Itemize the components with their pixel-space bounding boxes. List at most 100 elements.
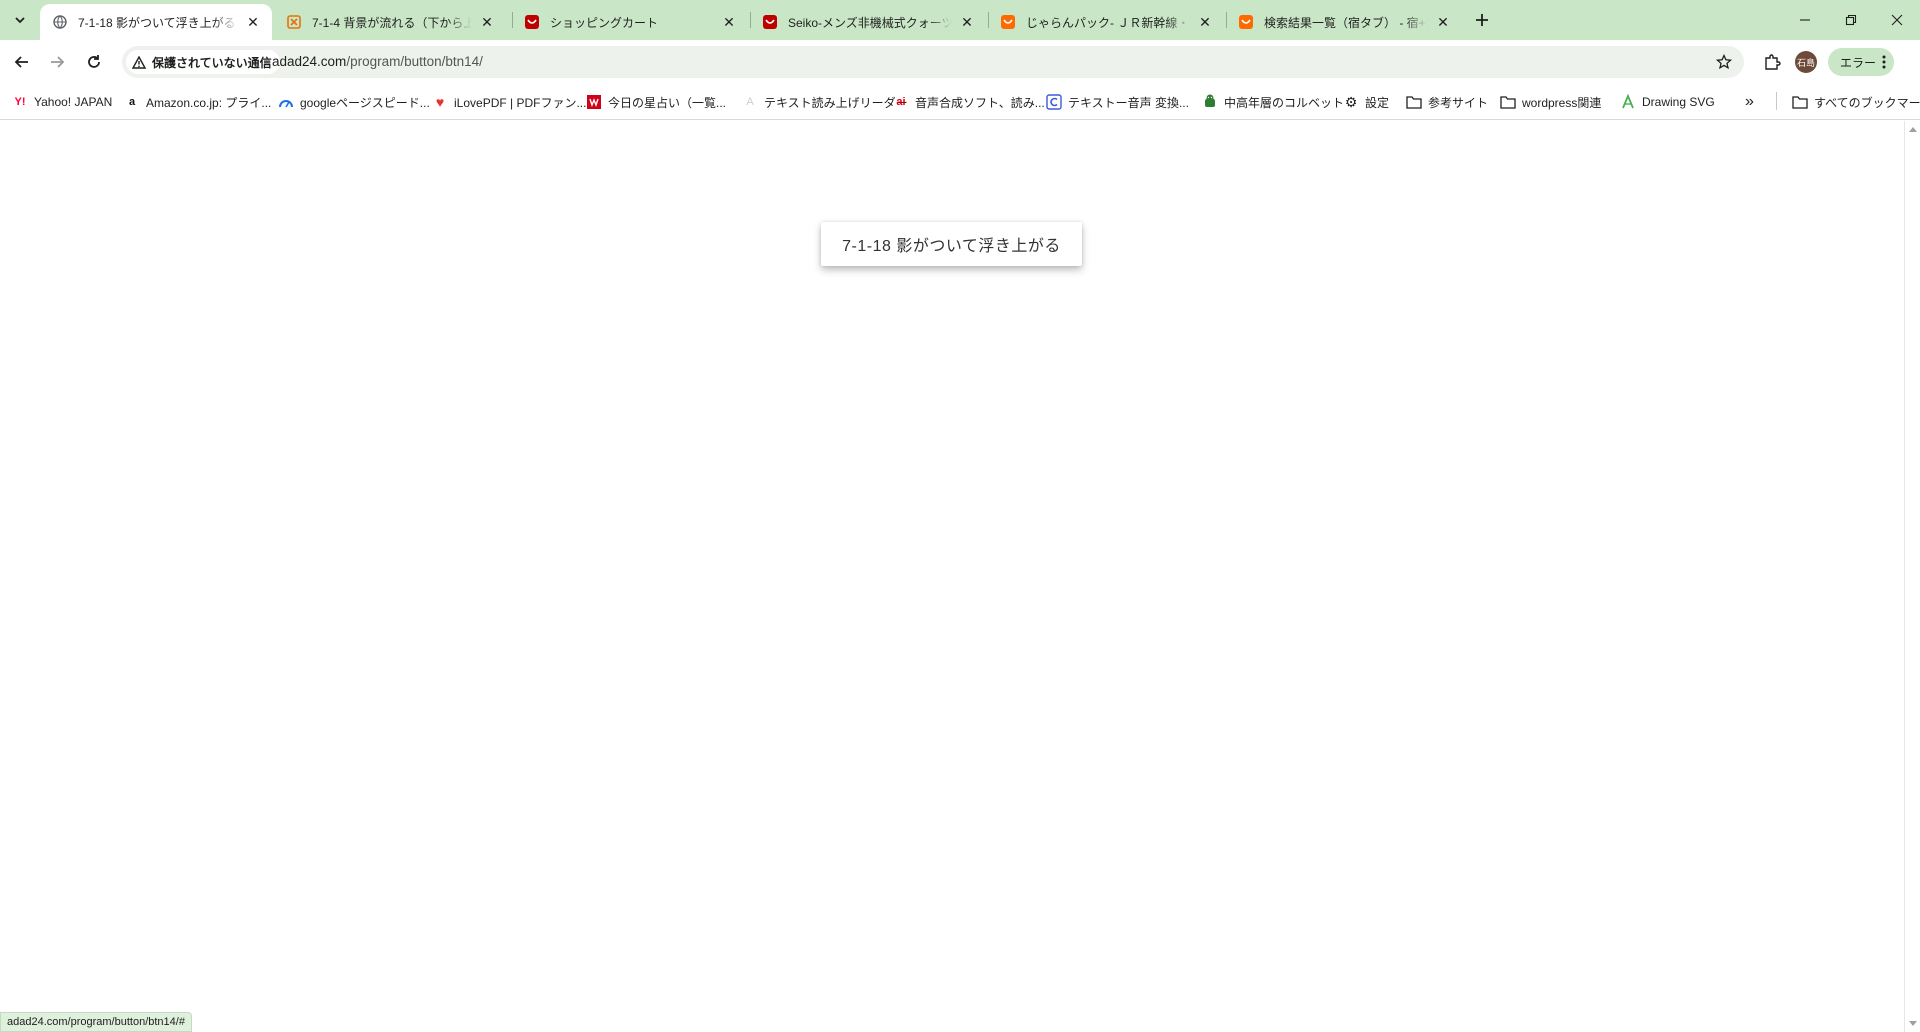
globe-icon: [52, 14, 68, 30]
bookmark-text-to-speech[interactable]: テキストー音声 変換...: [1046, 90, 1189, 114]
bookmark-label: wordpress関連: [1522, 95, 1602, 110]
tab-4[interactable]: じゃらんパック- ＪＲ新幹線・特急～ ✕: [988, 4, 1224, 40]
avatar: 石島: [1795, 51, 1817, 73]
security-chip-label: 保護されていない通信: [152, 55, 272, 70]
browser-chrome: 7-1-18 影がついて浮き上がる ✕ 7-1-4 背景が流れる（下から上） ✕…: [0, 0, 1920, 120]
bookmark-folder-wordpress[interactable]: wordpress関連: [1500, 90, 1601, 114]
speed-icon: [278, 94, 294, 110]
jalan-icon: [1238, 14, 1254, 30]
text-reader-icon: A: [746, 96, 754, 108]
close-icon[interactable]: ✕: [1196, 13, 1214, 31]
yahoo-icon: Y!: [14, 96, 26, 108]
folder-icon: [1406, 94, 1422, 110]
bookmark-label: テキスト読み上げリーダー: [764, 95, 908, 110]
bookmark-label: googleページスピード...: [300, 95, 430, 110]
amazon-icon: a: [128, 96, 136, 108]
profile-button[interactable]: 石島: [1792, 48, 1820, 76]
warning-icon: [132, 55, 146, 69]
bookmarks-divider: [1776, 92, 1777, 110]
puzzle-icon: [1765, 54, 1781, 70]
bookmark-label: Drawing SVG: [1642, 95, 1715, 109]
bookmark-label: iLovePDF | PDFファン...: [454, 95, 587, 110]
error-label: エラー: [1840, 55, 1877, 70]
close-icon[interactable]: ✕: [1434, 13, 1452, 31]
bookmark-amazon[interactable]: a Amazon.co.jp: プライ...: [124, 90, 271, 114]
close-icon[interactable]: ✕: [478, 13, 496, 31]
bookmarks-overflow-button[interactable]: »: [1745, 90, 1754, 114]
gear-icon: ⚙: [1344, 93, 1358, 110]
vertical-scrollbar[interactable]: [1904, 121, 1920, 1032]
folder-icon: [1500, 94, 1516, 110]
star-icon: [1716, 54, 1732, 70]
all-bookmarks-button[interactable]: すべてのブックマーク: [1792, 90, 1920, 114]
tab-title: じゃらんパック- ＪＲ新幹線・特急～: [1026, 15, 1190, 30]
forward-button[interactable]: [43, 48, 71, 76]
bookmark-drawing-svg[interactable]: Drawing SVG: [1620, 90, 1715, 114]
xml-icon: [286, 14, 302, 30]
close-window-button[interactable]: [1874, 0, 1920, 40]
tab-title: ショッピングカート: [550, 15, 659, 30]
forward-arrow-icon: [51, 56, 65, 68]
tab-strip: 7-1-18 影がついて浮き上がる ✕ 7-1-4 背景が流れる（下から上） ✕…: [0, 0, 1920, 40]
bookmark-pagespeed[interactable]: googleページスピード...: [278, 90, 430, 114]
tab-3[interactable]: Seiko-メンズ非機械式クォーツ腕時 ✕: [750, 4, 986, 40]
c-icon: [1046, 94, 1062, 110]
tab-title: 7-1-4 背景が流れる（下から上）: [312, 15, 472, 30]
minimize-icon: [1800, 19, 1810, 21]
bookmark-label: 参考サイト: [1428, 95, 1489, 110]
plus-icon: [1476, 14, 1488, 26]
extensions-button[interactable]: [1758, 48, 1786, 76]
bookmark-label: 設定: [1365, 95, 1390, 110]
tab-5[interactable]: 検索結果一覧（宿タブ） - 宿+飛 ✕: [1226, 4, 1462, 40]
bookmark-yahoo[interactable]: Y! Yahoo! JAPAN: [12, 90, 113, 114]
bookmark-star-button[interactable]: [1714, 52, 1734, 72]
error-button[interactable]: エラー: [1828, 48, 1895, 76]
bookmark-label: 音声合成ソフト、読み...: [915, 95, 1045, 110]
bookmark-label: テキストー音声 変換...: [1068, 95, 1189, 110]
bookmark-voice-synth[interactable]: ai 音声合成ソフト、読み...: [893, 90, 1045, 114]
restore-icon: [1845, 14, 1857, 26]
tab-2[interactable]: ショッピングカート ✕: [512, 4, 748, 40]
android-icon: [1202, 94, 1218, 110]
bookmark-text-reader[interactable]: A テキスト読み上げリーダー: [742, 90, 908, 114]
folder-icon: [1792, 94, 1808, 110]
double-chevron-right-icon: »: [1745, 93, 1754, 110]
all-bookmarks-label: すべてのブックマーク: [1814, 95, 1920, 110]
close-icon[interactable]: ✕: [244, 13, 262, 31]
close-icon[interactable]: ✕: [958, 13, 976, 31]
scroll-up-arrow-icon[interactable]: [1909, 127, 1917, 132]
bookmark-corvette[interactable]: 中高年層のコルベット: [1202, 90, 1344, 114]
bookmarks-bar: Y! Yahoo! JAPAN a Amazon.co.jp: プライ... g…: [0, 84, 1920, 120]
address-bar[interactable]: 保護されていない通信 adad24.com/program/button/btn…: [122, 46, 1744, 78]
url-text[interactable]: adad24.com/program/button/btn14/: [272, 54, 483, 69]
back-arrow-icon: [14, 56, 28, 68]
toolbar: 保護されていない通信 adad24.com/program/button/btn…: [0, 40, 1920, 84]
tab-0[interactable]: 7-1-18 影がついて浮き上がる ✕: [40, 4, 272, 40]
bookmark-folder-reference[interactable]: 参考サイト: [1406, 90, 1488, 114]
new-tab-button[interactable]: [1470, 8, 1494, 32]
chevron-down-icon: [15, 17, 25, 24]
bookmark-ilovepdf[interactable]: ♥ iLovePDF | PDFファン...: [432, 90, 587, 114]
reload-button[interactable]: [80, 48, 108, 76]
tab-search-button[interactable]: [8, 8, 32, 32]
floating-shadow-button[interactable]: 7-1-18 影がついて浮き上がる: [821, 222, 1082, 266]
bookmark-label: 今日の星占い（一覧...: [608, 95, 727, 110]
bookmark-label: Amazon.co.jp: プライ...: [146, 95, 272, 110]
rakuten-icon: [524, 14, 540, 30]
back-button[interactable]: [8, 48, 36, 76]
url-domain: adad24.com: [272, 54, 347, 69]
bookmark-settings[interactable]: ⚙ 設定: [1343, 90, 1389, 114]
close-icon: [1891, 14, 1903, 26]
status-bar: adad24.com/program/button/btn14/#: [0, 1012, 192, 1032]
bookmark-label: 中高年層のコルベット: [1224, 95, 1345, 110]
scroll-down-arrow-icon[interactable]: [1909, 1021, 1917, 1026]
bookmark-horoscope[interactable]: 今日の星占い（一覧...: [586, 90, 726, 114]
rakuten-icon: [762, 14, 778, 30]
url-path: /program/button/btn14/: [346, 54, 483, 69]
reload-icon: [88, 55, 100, 68]
security-chip[interactable]: 保護されていない通信: [126, 50, 280, 74]
tab-1[interactable]: 7-1-4 背景が流れる（下から上） ✕: [274, 4, 506, 40]
minimize-button[interactable]: [1782, 0, 1828, 40]
restore-button[interactable]: [1828, 0, 1874, 40]
close-icon[interactable]: ✕: [720, 13, 738, 31]
